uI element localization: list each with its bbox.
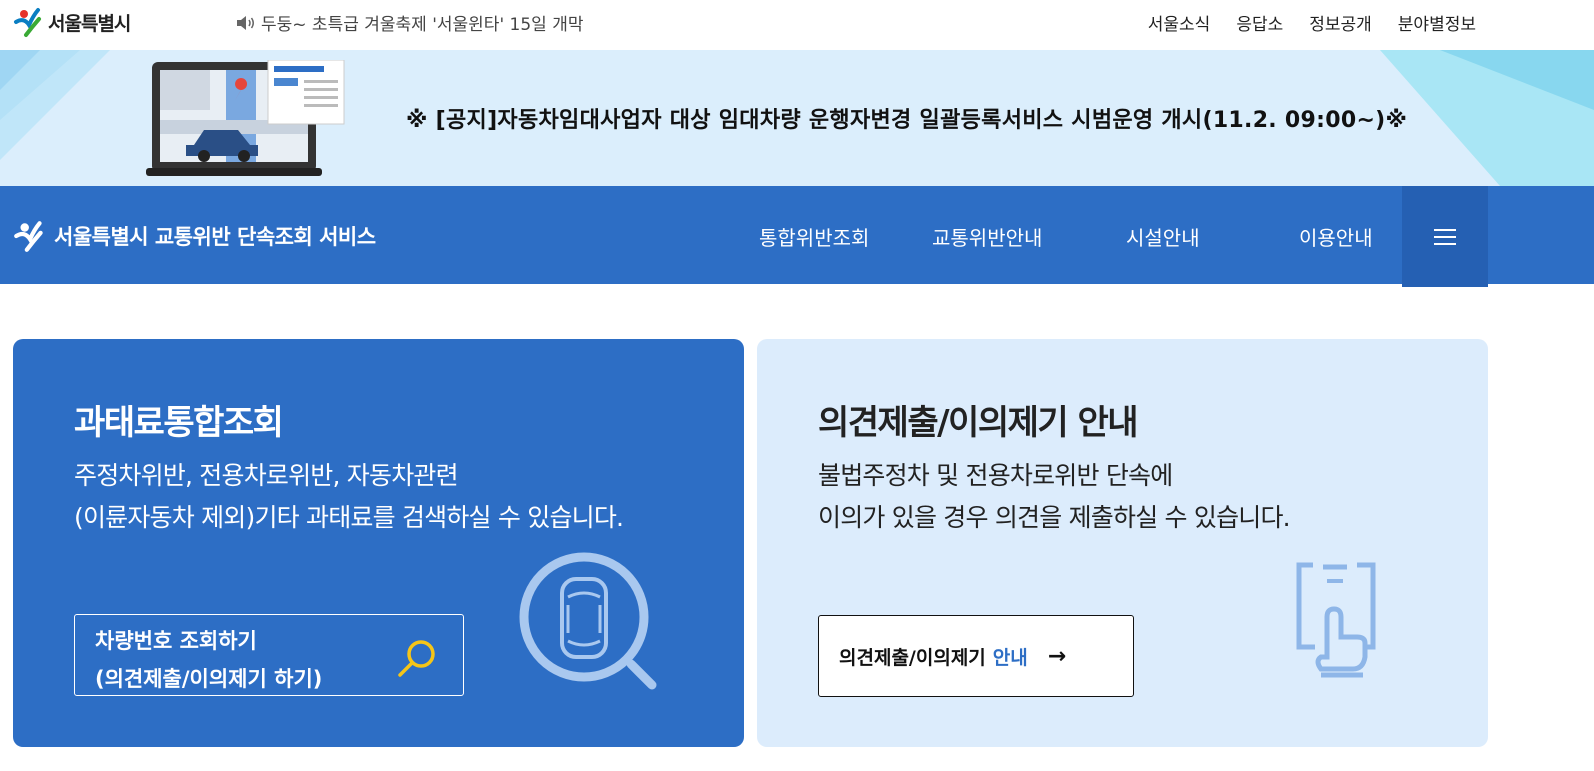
banner-notice-text: ※ [공지]자동차임대사업자 대상 임대차량 운행자변경 일괄등록서비스 시범운…: [406, 108, 1408, 133]
seoul-logo-icon: [14, 8, 41, 37]
car-map-illustration: [146, 60, 345, 176]
main-nav: 서울특별시 교통위반 단속조회 서비스 통합위반조회 교통위반안내 시설안내 이…: [0, 186, 1594, 287]
notice-banner[interactable]: ※ [공지]자동차임대사업자 대상 임대차량 운행자변경 일괄등록서비스 시범운…: [0, 50, 1594, 186]
notice-text: 두둥~ 초특급 겨울축제 '서울윈타' 15일 개막: [261, 15, 584, 35]
util-link-seoul-news[interactable]: 서울소식: [1148, 10, 1211, 35]
card-title: 과태료통합조회: [74, 403, 284, 443]
notice-ticker[interactable]: 두둥~ 초특급 겨울축제 '서울윈타' 15일 개막: [235, 10, 583, 35]
arrow-right-icon: →: [1047, 643, 1067, 669]
util-link-info-disclosure[interactable]: 정보공개: [1309, 10, 1372, 35]
service-brand[interactable]: 서울특별시 교통위반 단속조회 서비스: [12, 218, 376, 254]
utility-links: 서울소식 응답소 정보공개 분야별정보: [1122, 10, 1476, 35]
nav-item-integrated-search[interactable]: 통합위반조회: [759, 222, 869, 251]
magnifier-car-icon: [519, 552, 657, 690]
button-label-highlight: 안내: [992, 646, 1028, 669]
card-title: 의견제출/이의제기 안내: [818, 403, 1139, 443]
button-line2: (의견제출/이의제기 하기): [95, 667, 323, 691]
vehicle-search-button[interactable]: 차량번호 조회하기 (의견제출/이의제기 하기): [74, 614, 464, 696]
button-line1: 차량번호 조회하기: [95, 629, 257, 653]
nav-item-violation-guide[interactable]: 교통위반안내: [932, 222, 1042, 251]
card-desc-line2: (이륜자동차 제외)기타 과태료를 검색하실 수 있습니다.: [74, 503, 624, 532]
button-label: 차량번호 조회하기 (의견제출/이의제기 하기): [95, 622, 322, 698]
button-label: 의견제출/이의제기: [839, 646, 986, 669]
logo-text: 서울특별시: [48, 12, 131, 35]
card-description: 주정차위반, 전용차로위반, 자동차관련 (이륜자동차 제외)기타 과태료를 검…: [74, 455, 624, 539]
search-icon: [398, 640, 435, 677]
seoul-logo[interactable]: 서울특별시: [12, 4, 131, 40]
card-desc-line1: 불법주정차 및 전용차로위반 단속에: [818, 461, 1173, 490]
nav-item-facility-guide[interactable]: 시설안내: [1126, 222, 1200, 251]
card-desc-line1: 주정차위반, 전용차로위반, 자동차관련: [74, 461, 459, 490]
seoul-logo-icon: [14, 221, 43, 252]
card-description: 불법주정차 및 전용차로위반 단속에 이의가 있을 경우 의견을 제출하실 수 …: [818, 455, 1291, 539]
card-desc-line2: 이의가 있을 경우 의견을 제출하실 수 있습니다.: [818, 503, 1291, 532]
top-bar: 서울특별시 두둥~ 초특급 겨울축제 '서울윈타' 15일 개막 서울소식 응답…: [0, 0, 1594, 50]
speaker-icon: [237, 15, 254, 30]
util-link-response[interactable]: 응답소: [1236, 10, 1283, 35]
nav-item-usage-guide[interactable]: 이용안내: [1299, 222, 1373, 251]
objection-guide-card: 의견제출/이의제기 안내 불법주정차 및 전용차로위반 단속에 이의가 있을 경…: [757, 339, 1488, 747]
service-title: 서울특별시 교통위반 단속조회 서비스: [54, 225, 376, 249]
clipboard-hand-icon: [1296, 562, 1376, 678]
objection-guide-button[interactable]: 의견제출/이의제기 안내 →: [818, 615, 1134, 697]
util-link-category-info[interactable]: 분야별정보: [1398, 10, 1476, 35]
menu-icon: [1434, 224, 1456, 250]
fine-search-card: 과태료통합조회 주정차위반, 전용차로위반, 자동차관련 (이륜자동차 제외)기…: [13, 339, 744, 747]
menu-button[interactable]: [1402, 186, 1488, 287]
